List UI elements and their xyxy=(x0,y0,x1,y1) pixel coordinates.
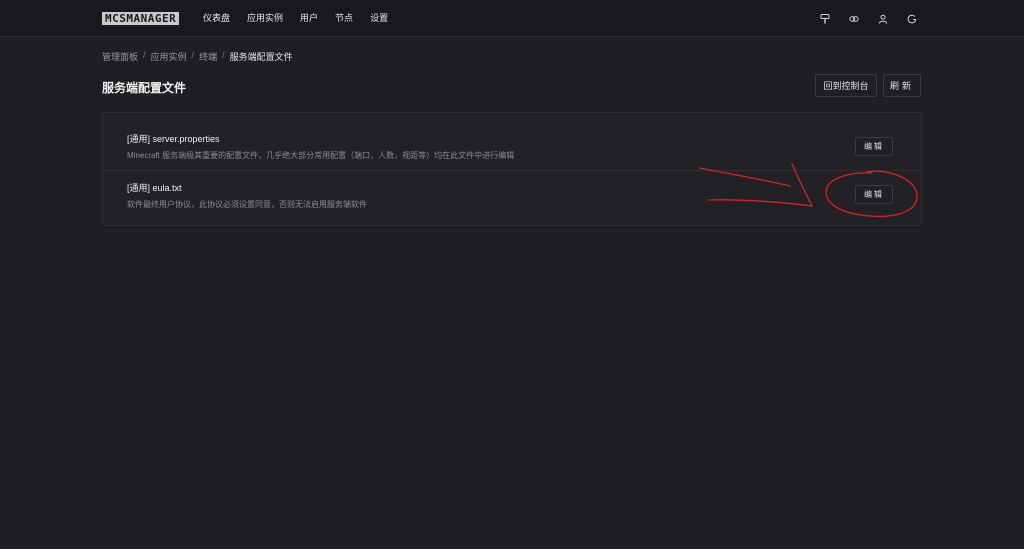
breadcrumb-current: 服务端配置文件 xyxy=(229,52,293,62)
header-actions xyxy=(802,12,918,25)
nav-dashboard[interactable]: 仪表盘 xyxy=(203,12,230,25)
breadcrumb-instances[interactable]: 应用实例 xyxy=(151,50,187,63)
file-description: 软件最终用户协议，此协议必须设置同意，否则无法启用服务端软件 xyxy=(127,200,367,209)
file-title: [通用] server.properties xyxy=(127,134,220,144)
file-description: Minecraft 服务端极其重要的配置文件，几乎绝大部分常用配置（端口，人数，… xyxy=(127,151,515,160)
back-to-console-button[interactable]: 回到控制台 xyxy=(815,74,877,97)
nav-users[interactable]: 用户 xyxy=(300,12,318,25)
breadcrumb-separator: / xyxy=(143,50,146,60)
nav-settings[interactable]: 设置 xyxy=(370,12,388,25)
breadcrumb: 管理面板 / 应用实例 / 终端 / 服务端配置文件 xyxy=(102,50,293,63)
breadcrumb-separator: / xyxy=(222,50,225,60)
page-title: 服务端配置文件 xyxy=(102,81,187,95)
edit-eula-button[interactable]: 编辑 xyxy=(855,185,893,204)
theme-brush-icon[interactable] xyxy=(818,12,831,25)
main-nav: 仪表盘 应用实例 用户 节点 设置 xyxy=(203,12,388,25)
list-item: [通用] server.properties Minecraft 服务端极其重要… xyxy=(103,122,921,170)
logout-icon[interactable] xyxy=(905,12,918,25)
breadcrumb-panel[interactable]: 管理面板 xyxy=(102,50,138,63)
breadcrumb-terminal[interactable]: 终端 xyxy=(199,50,217,63)
refresh-button[interactable]: 刷新 xyxy=(883,74,921,97)
user-icon[interactable] xyxy=(876,12,889,25)
list-item: [通用] eula.txt 软件最终用户协议，此协议必须设置同意，否则无法启用服… xyxy=(103,170,921,218)
nav-instances[interactable]: 应用实例 xyxy=(247,12,283,25)
config-file-list: [通用] server.properties Minecraft 服务端极其重要… xyxy=(102,112,922,226)
top-navbar: MCSMANAGER 仪表盘 应用实例 用户 节点 设置 xyxy=(0,0,1024,37)
edit-server-properties-button[interactable]: 编辑 xyxy=(855,137,893,156)
nav-nodes[interactable]: 节点 xyxy=(335,12,353,25)
breadcrumb-separator: / xyxy=(191,50,195,60)
language-icon[interactable] xyxy=(847,12,860,25)
file-title: [通用] eula.txt xyxy=(127,183,182,193)
mcsmanager-logo[interactable]: MCSMANAGER xyxy=(102,12,180,25)
